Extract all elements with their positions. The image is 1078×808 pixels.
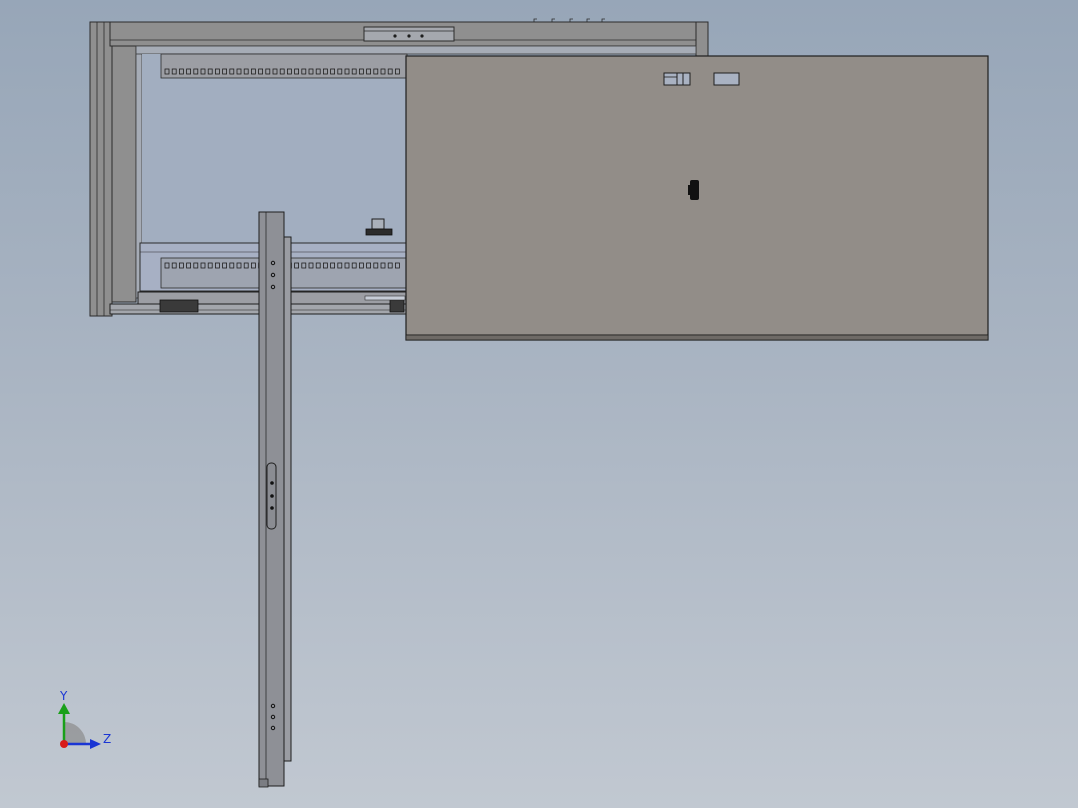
panel-connector-cutout[interactable] (663, 72, 691, 86)
panel-window-cutout[interactable] (713, 72, 740, 86)
coordinate-triad: Y Z (58, 689, 111, 749)
y-axis-label: Y (59, 689, 68, 703)
front-door-open[interactable] (258, 211, 292, 788)
model-canvas[interactable]: Y Z (0, 0, 1078, 808)
door-handle[interactable] (266, 462, 277, 530)
side-panel-door[interactable] (405, 55, 989, 341)
z-axis-label: Z (103, 732, 111, 746)
cad-viewport[interactable]: Y Z (0, 0, 1078, 808)
